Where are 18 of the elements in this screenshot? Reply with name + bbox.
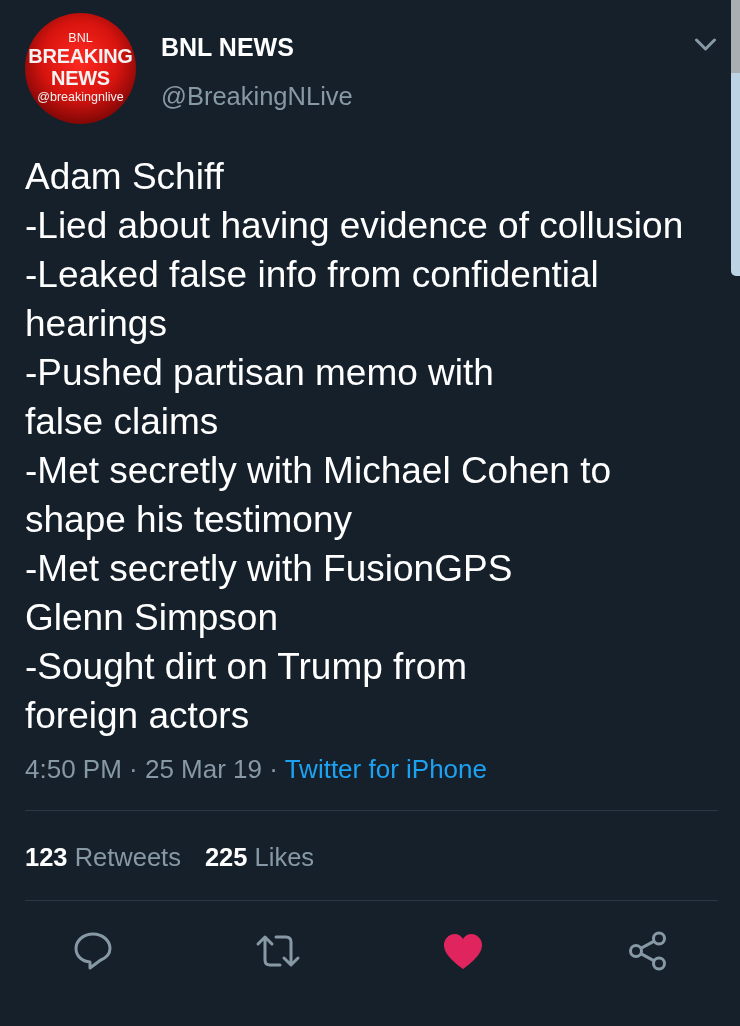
- scrollbar-thumb[interactable]: [731, 0, 740, 276]
- tweet-timestamp: 4:50 PM · 25 Mar 19 ·: [25, 754, 278, 784]
- author-name[interactable]: BNL NEWS: [161, 32, 353, 62]
- chevron-down-icon[interactable]: [695, 38, 716, 52]
- avatar-logo[interactable]: BNL BREAKING NEWS @breakingnlive: [25, 13, 136, 124]
- tweet-text: Adam Schiff -Lied about having evidence of collusion -Leaked false info from confidential hearings -Pushed partisan memo with false claims -Met secretly with Michael Cohen to shape his testimony -Met secretly with FusionGPS Glenn Simpson -Sought dirt on Trump from foreign actors: [24, 155, 685, 738]
- engagement-stat[interactable]: 225 Likes: [204, 842, 315, 872]
- logo-text: NEWS: [51, 68, 110, 89]
- author-handle[interactable]: @BreakingNLive: [161, 81, 353, 111]
- share-icon[interactable]: [627, 931, 668, 971]
- heart-icon[interactable]: [442, 932, 483, 970]
- logo-text: BNL: [68, 31, 93, 45]
- logo-text: @breakingnlive: [37, 90, 124, 104]
- speech-bubble-icon[interactable]: [73, 932, 112, 970]
- source-link[interactable]: Twitter for iPhone: [284, 754, 487, 784]
- engagement-stat[interactable]: 123 Retweets: [25, 842, 181, 872]
- retweet-icon[interactable]: [254, 933, 301, 969]
- logo-text: BREAKING: [28, 46, 133, 67]
